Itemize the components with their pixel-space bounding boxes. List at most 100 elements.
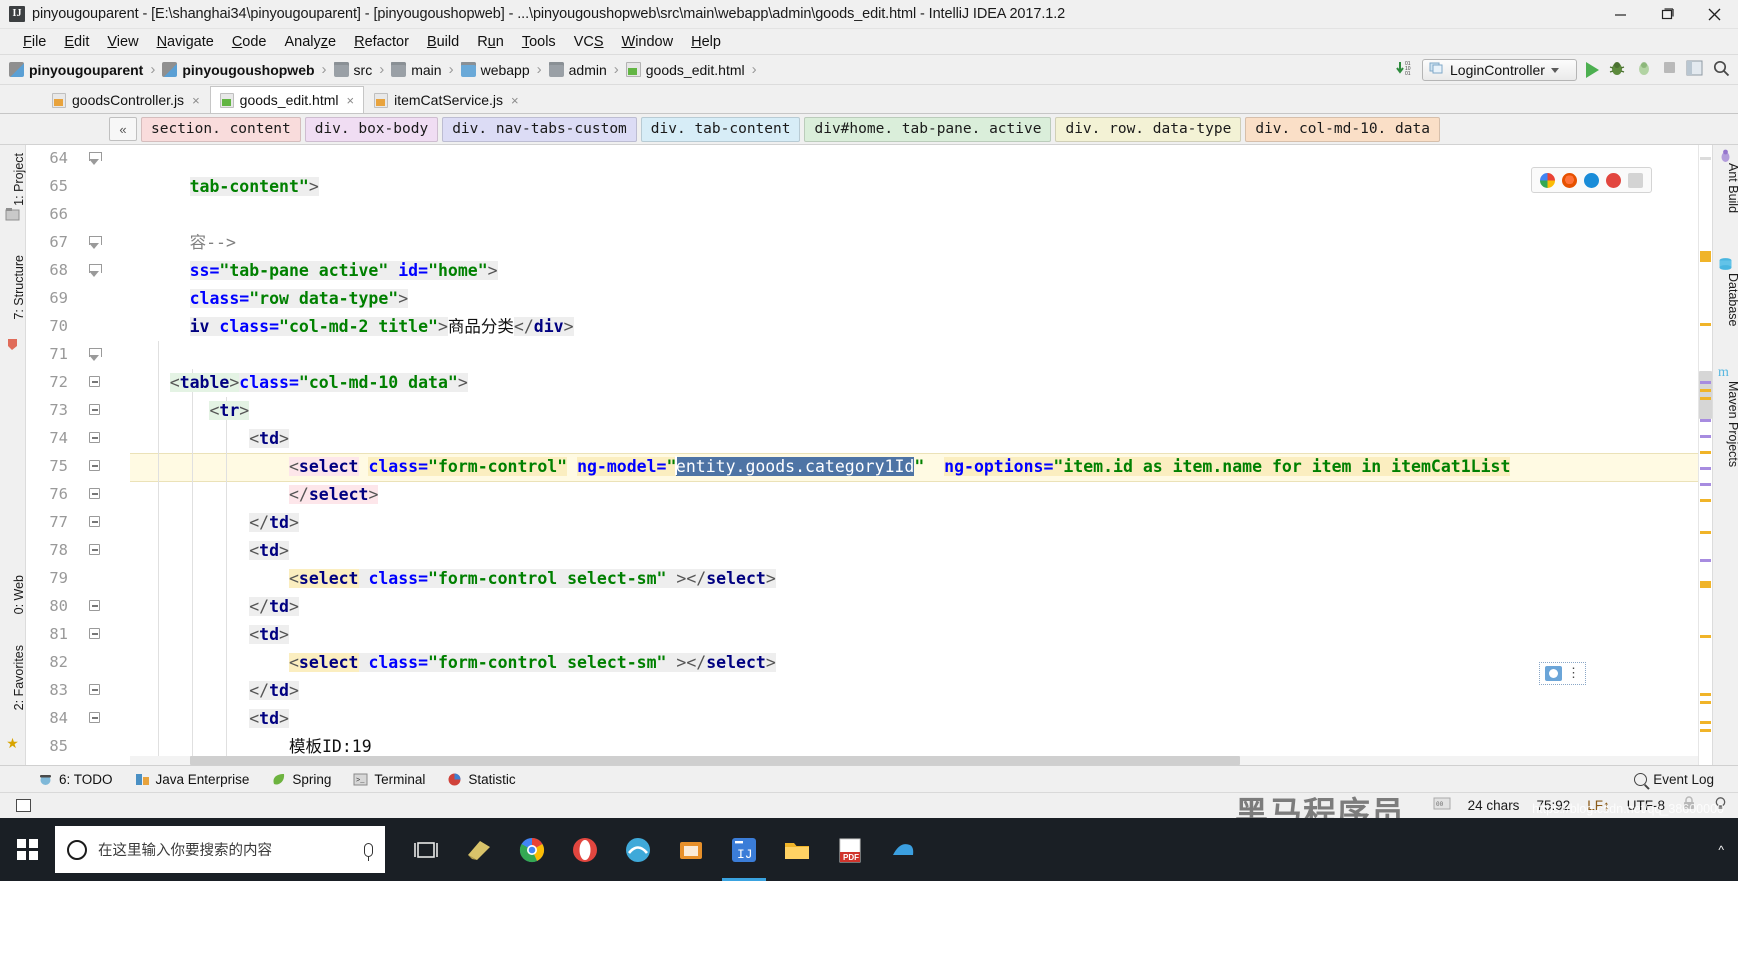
cortana-icon[interactable] <box>67 839 87 860</box>
usage-marker[interactable] <box>1700 559 1711 562</box>
search-everywhere-icon[interactable] <box>1712 59 1730 82</box>
usage-marker[interactable] <box>1700 419 1711 422</box>
close-icon[interactable]: × <box>347 93 355 108</box>
folder-orange-icon[interactable] <box>676 835 706 865</box>
menu-file[interactable]: File <box>14 32 55 52</box>
opera-icon[interactable] <box>1606 172 1621 188</box>
taskbar-search-input[interactable]: 在这里输入你要搜索的内容 <box>55 826 385 873</box>
menu-build[interactable]: Build <box>418 32 468 52</box>
run-icon[interactable] <box>1586 62 1599 78</box>
ie-icon[interactable] <box>623 835 653 865</box>
fold-marker[interactable] <box>89 348 102 361</box>
path-chip-section-content[interactable]: section. content <box>141 116 301 142</box>
fold-marker[interactable] <box>89 628 102 641</box>
breadcrumb-item-goods-edit-html[interactable]: goods_edit.html <box>625 62 745 78</box>
tool-window-button-maven-projects[interactable]: Maven Projects <box>1726 381 1738 467</box>
opera-icon[interactable] <box>570 835 600 865</box>
tool-window-button-favorites[interactable]: 2: Favorites <box>12 645 26 710</box>
path-chip-div-row-data-type[interactable]: div. row. data-type <box>1055 116 1242 142</box>
menu-vcs[interactable]: VCS <box>565 32 613 52</box>
vertical-scrollbar-thumb[interactable] <box>1699 371 1712 419</box>
floating-toolbar-widget[interactable]: ⋮ <box>1539 662 1586 685</box>
fold-marker[interactable] <box>89 404 102 417</box>
breadcrumb-item-main[interactable]: main <box>391 62 442 78</box>
tool-window-button-java-enterprise[interactable]: Java Enterprise <box>135 772 249 787</box>
breadcrumb-item-pinyougouparent[interactable]: pinyougouparent <box>9 62 143 78</box>
tray-chevron-icon[interactable]: ^ <box>1718 843 1724 857</box>
tool-window-button-spring[interactable]: Spring <box>271 772 331 787</box>
horizontal-scrollbar[interactable] <box>130 756 1698 765</box>
pdf-reader-icon[interactable]: PDF <box>835 835 865 865</box>
warning-marker[interactable] <box>1700 251 1711 262</box>
close-icon[interactable] <box>1691 0 1738 29</box>
browser-settings-icon[interactable] <box>1628 172 1643 188</box>
tool-window-button-web[interactable]: 0: Web <box>12 575 26 614</box>
tool-window-button-ant-build[interactable]: Ant Build <box>1726 163 1738 213</box>
tool-window-button-project[interactable]: 1: Project <box>12 153 26 206</box>
maximize-icon[interactable] <box>1644 0 1691 29</box>
fold-marker[interactable] <box>89 516 102 529</box>
close-icon[interactable]: × <box>192 93 200 108</box>
path-chip-div-nav-tabs-custom[interactable]: div. nav-tabs-custom <box>442 116 637 142</box>
warning-marker[interactable] <box>1700 581 1711 588</box>
tab-goodsController-js[interactable]: goodsController.js × <box>42 86 210 113</box>
menu-run[interactable]: Run <box>468 32 513 52</box>
edge-icon[interactable] <box>1584 172 1599 188</box>
collapse-path-button[interactable]: « <box>109 117 137 141</box>
menu-navigate[interactable]: Navigate <box>148 32 223 52</box>
close-icon[interactable]: × <box>511 93 519 108</box>
path-chip-div-home-tab-pane-active[interactable]: div#home. tab-pane. active <box>804 116 1052 142</box>
tool-window-button-database[interactable]: Database <box>1726 273 1738 327</box>
warning-marker[interactable] <box>1700 531 1711 534</box>
menu-tools[interactable]: Tools <box>513 32 565 52</box>
tool-window-button-statistic[interactable]: Statistic <box>447 772 516 787</box>
editor-gutter[interactable]: 64 65 66 67 68 69 70 71 72 73 74 75 76 77 78 79 80 81 82 83… <box>26 145 130 765</box>
chrome-icon[interactable] <box>1540 172 1555 188</box>
warning-marker[interactable] <box>1700 635 1711 638</box>
layout-icon[interactable] <box>1686 60 1703 81</box>
usage-marker[interactable] <box>1700 381 1711 384</box>
coverage-icon[interactable] <box>1635 59 1653 82</box>
fold-marker[interactable] <box>89 264 102 277</box>
usage-marker[interactable] <box>1700 467 1711 470</box>
warning-marker[interactable] <box>1700 701 1711 704</box>
breadcrumb-item-webapp[interactable]: webapp <box>460 62 530 78</box>
windows-start-icon[interactable] <box>0 818 55 881</box>
chrome-icon[interactable] <box>517 835 547 865</box>
menu-help[interactable]: Help <box>682 32 730 52</box>
warning-marker[interactable] <box>1700 397 1711 400</box>
fold-marker[interactable] <box>89 376 102 389</box>
file-explorer-icon[interactable] <box>782 835 812 865</box>
horizontal-scrollbar-thumb[interactable] <box>190 756 1240 765</box>
fold-marker[interactable] <box>89 432 102 445</box>
event-log-button[interactable]: Event Log <box>1634 772 1714 787</box>
usage-marker[interactable] <box>1700 435 1711 438</box>
fold-marker[interactable] <box>89 152 102 165</box>
tab-goods-edit-html[interactable]: goods_edit.html × <box>209 86 365 113</box>
fold-marker[interactable] <box>89 460 102 473</box>
warning-marker[interactable] <box>1700 729 1711 732</box>
breadcrumb-item-admin[interactable]: admin <box>548 62 607 78</box>
menu-edit[interactable]: Edit <box>55 32 98 52</box>
fold-marker[interactable] <box>89 684 102 697</box>
warning-marker[interactable] <box>1700 323 1711 326</box>
warning-marker[interactable] <box>1700 389 1711 392</box>
fold-marker[interactable] <box>89 488 102 501</box>
minimize-icon[interactable] <box>1597 0 1644 29</box>
fold-marker[interactable] <box>89 544 102 557</box>
menu-window[interactable]: Window <box>613 32 683 52</box>
tool-window-button-todo[interactable]: 6: TODO <box>38 772 113 787</box>
user-badge-icon[interactable] <box>1545 666 1562 681</box>
path-chip-div-col-md-10-data[interactable]: div. col-md-10. data <box>1245 116 1440 142</box>
tool-window-button-structure[interactable]: 7: Structure <box>12 255 26 320</box>
fold-marker[interactable] <box>89 236 102 249</box>
fold-marker[interactable] <box>89 712 102 725</box>
debug-icon[interactable] <box>1608 59 1626 82</box>
tab-itemCatService-js[interactable]: itemCatService.js × <box>364 86 529 113</box>
update-project-icon[interactable]: 01 10 01 <box>1395 59 1413 82</box>
menu-code[interactable]: Code <box>223 32 276 52</box>
warning-marker[interactable] <box>1700 721 1711 724</box>
path-chip-div-tab-content[interactable]: div. tab-content <box>640 116 801 142</box>
firefox-icon[interactable] <box>1562 172 1577 188</box>
breadcrumb-item-pinyougoushopweb[interactable]: pinyougoushopweb <box>162 62 315 78</box>
